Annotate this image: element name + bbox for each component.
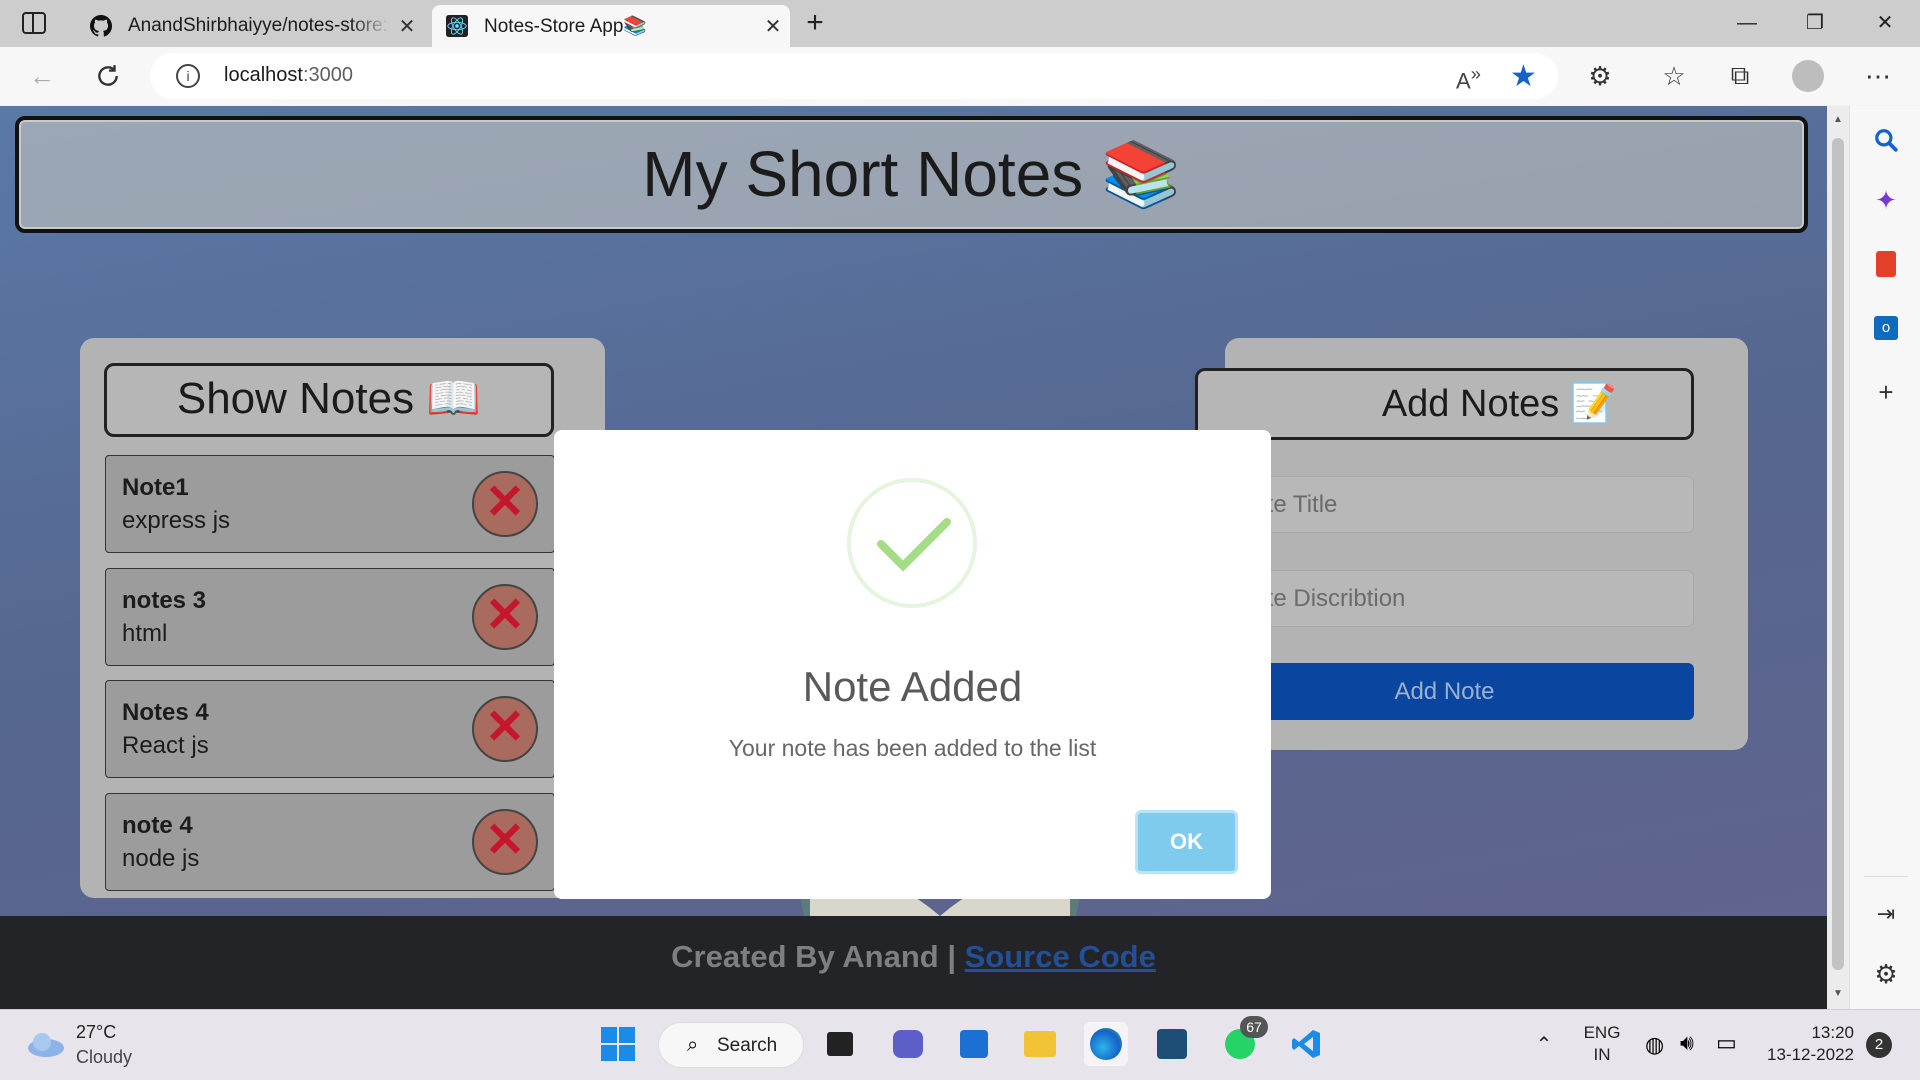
search-icon: ⌕ [687, 1034, 699, 1056]
add-icon[interactable]: + [1868, 374, 1904, 410]
note-card: Note1 express js ✕ [105, 455, 555, 553]
edge-sidebar: ✦ o + ⇥ ⚙ [1849, 106, 1920, 1009]
tab-notes-store[interactable]: Notes-Store App📚 ✕ [432, 5, 790, 47]
tab-bar: AnandShirbhaiyye/notes-store: n ✕ Notes-… [0, 0, 1920, 47]
weather-temp: 27°C [76, 1022, 117, 1042]
windows-taskbar: 27°C Cloudy ⌕ Search 67 ⌃ ENG IN ◍ 🔊︎ ▭ 1… [0, 1009, 1920, 1080]
battery-icon[interactable]: ▭ [1716, 1030, 1737, 1056]
note-description: node js [122, 845, 200, 872]
office-icon[interactable] [1868, 246, 1904, 282]
dialog-title: Note Added [802, 663, 1023, 710]
success-check-icon [847, 478, 977, 608]
settings-gear-icon[interactable]: ⚙ [1868, 956, 1904, 992]
delete-note-button[interactable]: ✕ [472, 584, 538, 650]
scrollbar-thumb[interactable] [1832, 138, 1844, 970]
page-title: My Short Notes 📚 [642, 138, 1181, 210]
note-description: React js [122, 732, 209, 759]
page-header: My Short Notes 📚 [15, 116, 1808, 233]
favorites-icon[interactable]: ☆ [1656, 58, 1692, 94]
language-indicator[interactable]: ENG IN [1582, 1022, 1622, 1066]
delete-note-button[interactable]: ✕ [472, 696, 538, 762]
memo-icon: 📝 [1569, 383, 1618, 425]
scroll-up-icon[interactable]: ▲ [1833, 114, 1843, 125]
new-tab-button[interactable]: + [798, 8, 832, 42]
cloud-icon [28, 1033, 64, 1057]
close-tab-icon[interactable]: ✕ [390, 14, 424, 39]
page-scrollbar[interactable]: ▲ ▼ [1827, 106, 1849, 1009]
store-icon[interactable] [952, 1022, 996, 1066]
edge-browser-icon[interactable] [1084, 1022, 1128, 1066]
github-icon [90, 15, 112, 37]
note-description: express js [122, 507, 231, 534]
add-notes-panel: Add Notes 📝 Note Title Note Discribtion … [1195, 338, 1748, 750]
note-title: notes 3 [122, 587, 207, 614]
close-tab-icon[interactable]: ✕ [756, 14, 790, 39]
address-bar[interactable]: i localhost:3000 A» ★ [150, 53, 1558, 99]
sidebar-divider [1864, 876, 1908, 877]
windows-start-icon[interactable] [596, 1022, 640, 1066]
copilot-icon[interactable]: ✦ [1868, 182, 1904, 218]
network-icon[interactable]: ◍ [1645, 1032, 1664, 1058]
web-page: My Short Notes 📚 Show Notes 📖 Note1 expr… [0, 106, 1827, 1009]
note-card: notes 3 html ✕ [105, 568, 555, 666]
close-window-icon[interactable]: ✕ [1862, 8, 1908, 38]
teams-chat-icon[interactable] [886, 1022, 930, 1066]
outlook-icon[interactable]: o [1868, 310, 1904, 346]
open-book-icon: 📖 [426, 374, 482, 423]
note-title: Notes 4 [122, 699, 209, 726]
browser-toolbar: ← i localhost:3000 A» ★ ⚙ ☆ ⧉ ⋯ [0, 47, 1920, 105]
note-title: note 4 [122, 812, 193, 839]
note-card: Notes 4 React js ✕ [105, 680, 555, 778]
read-aloud-icon[interactable]: A» [1456, 63, 1481, 94]
profile-avatar[interactable] [1790, 58, 1826, 94]
delete-note-button[interactable]: ✕ [472, 471, 538, 537]
minimize-icon[interactable]: — [1724, 8, 1770, 38]
mysql-workbench-icon[interactable] [1150, 1022, 1194, 1066]
tab-github[interactable]: AnandShirbhaiyye/notes-store: n ✕ [74, 5, 424, 47]
notification-badge[interactable]: 2 [1866, 1032, 1892, 1058]
whatsapp-badge: 67 [1240, 1016, 1268, 1038]
footer-text: Created By Anand | [671, 939, 965, 974]
favorite-star-icon[interactable]: ★ [1510, 59, 1537, 94]
react-icon [446, 15, 468, 37]
whatsapp-icon[interactable]: 67 [1218, 1016, 1268, 1066]
note-card: note 4 node js ✕ [105, 793, 555, 891]
taskbar-search[interactable]: ⌕ Search [658, 1022, 804, 1068]
back-icon[interactable]: ← [24, 58, 60, 94]
weather-condition: Cloudy [76, 1047, 133, 1067]
note-description: html [122, 620, 168, 647]
tab-title: Notes-Store App📚 [484, 16, 648, 37]
collections-icon[interactable]: ⧉ [1722, 58, 1758, 94]
tab-title: AnandShirbhaiyye/notes-store: n [128, 15, 390, 36]
hide-sidebar-icon[interactable]: ⇥ [1868, 896, 1904, 932]
restore-icon[interactable]: ❐ [1792, 8, 1838, 38]
file-explorer-icon[interactable] [1018, 1022, 1062, 1066]
scroll-down-icon[interactable]: ▼ [1833, 988, 1843, 999]
note-added-dialog: Note Added Your note has been added to t… [554, 430, 1271, 899]
page-footer: Created By Anand | Source Code [0, 916, 1827, 1009]
clock[interactable]: 13:20 13-12-2022 [1760, 1022, 1854, 1066]
show-notes-panel: Show Notes 📖 Note1 express js ✕ notes 3 … [80, 338, 605, 898]
url-text: localhost:3000 [224, 64, 353, 86]
add-notes-heading: Add Notes 📝 [1195, 368, 1694, 440]
vscode-icon[interactable] [1284, 1022, 1328, 1066]
tab-actions-icon[interactable] [22, 12, 46, 34]
source-code-link[interactable]: Source Code [965, 939, 1156, 974]
site-info-icon[interactable]: i [176, 64, 200, 88]
note-title: Note1 [122, 474, 189, 501]
search-icon[interactable] [1868, 122, 1904, 158]
refresh-icon[interactable] [90, 58, 126, 94]
browser-window: AnandShirbhaiyye/notes-store: n ✕ Notes-… [0, 0, 1920, 1009]
volume-icon[interactable]: 🔊︎ [1680, 1030, 1694, 1056]
extensions-icon[interactable]: ⚙ [1582, 58, 1618, 94]
delete-note-button[interactable]: ✕ [472, 809, 538, 875]
more-menu-icon[interactable]: ⋯ [1860, 58, 1896, 94]
books-emoji-icon: 📚 [1101, 138, 1181, 210]
task-view-icon[interactable] [818, 1022, 862, 1066]
show-hidden-icons[interactable]: ⌃ [1522, 1022, 1566, 1066]
dialog-message: Your note has been added to the list [728, 735, 1097, 761]
show-notes-heading: Show Notes 📖 [104, 363, 554, 437]
ok-button[interactable]: OK [1135, 810, 1238, 874]
